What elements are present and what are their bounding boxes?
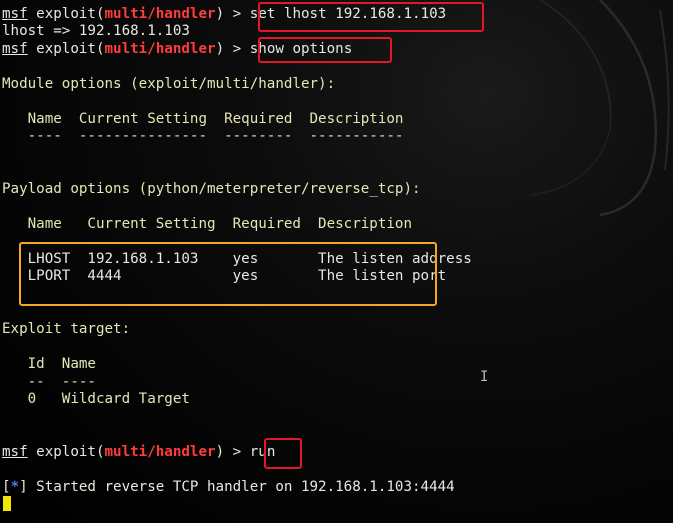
prompt-module: multi/handler <box>104 41 216 57</box>
payload-table-header: Name Current Setting Required Descriptio… <box>2 216 412 232</box>
highlight-box-set-lhost <box>258 2 484 32</box>
msf-prompt: msf <box>2 41 28 57</box>
lhost-echo: lhost => 192.168.1.103 <box>2 23 190 39</box>
prompt-module: multi/handler <box>104 444 216 460</box>
target-row-wildcard: 0 Wildcard Target <box>2 391 190 407</box>
prompt-line-run: msf exploit(multi/handler) > run <box>2 444 275 461</box>
target-table-header: Id Name <box>2 356 96 372</box>
text-ibeam-cursor-icon: I <box>480 369 489 385</box>
module-options-header: Module options (exploit/multi/handler): <box>2 76 336 92</box>
highlight-box-show-options <box>258 37 392 63</box>
msf-prompt: msf <box>2 6 28 22</box>
prompt-close: ) > <box>215 6 242 22</box>
prompt-exploit: exploit( <box>36 41 105 57</box>
msf-prompt: msf <box>2 444 28 460</box>
handler-status-line: [*] Started reverse TCP handler on 192.1… <box>2 479 455 496</box>
status-bracket-close: ] <box>19 479 28 495</box>
prompt-module: multi/handler <box>104 6 216 22</box>
exploit-target-header: Exploit target: <box>2 321 131 337</box>
prompt-exploit: exploit( <box>36 444 105 460</box>
module-table-underline: ---- --------------- -------- ----------… <box>2 128 404 144</box>
prompt-close: ) > <box>215 444 242 460</box>
terminal-window[interactable]: msf exploit(multi/handler) > set lhost 1… <box>0 0 673 523</box>
target-table-underline: -- ---- <box>2 374 96 390</box>
status-star-icon: * <box>10 479 20 495</box>
prompt-exploit: exploit( <box>36 6 105 22</box>
payload-options-header: Payload options (python/meterpreter/reve… <box>2 181 421 197</box>
status-bracket-open: [ <box>2 479 11 495</box>
prompt-close: ) > <box>215 41 242 57</box>
highlight-box-run <box>264 438 302 469</box>
module-table-header: Name Current Setting Required Descriptio… <box>2 111 404 127</box>
highlight-box-payload-rows <box>19 242 437 306</box>
handler-status-message: Started reverse TCP handler on 192.168.1… <box>27 479 455 495</box>
terminal-cursor[interactable] <box>3 496 11 511</box>
